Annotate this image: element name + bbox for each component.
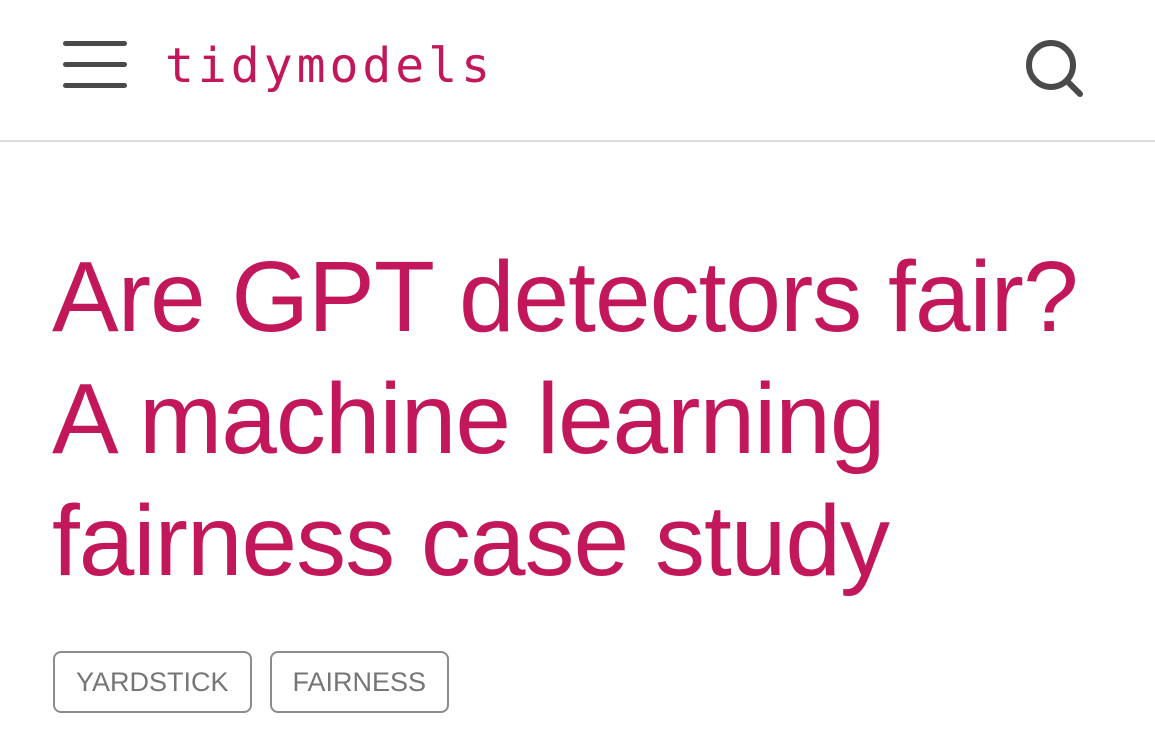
page-title: Are GPT detectors fair? A machine learni…	[52, 241, 1079, 597]
tag-list: YARDSTICK FAIRNESS	[53, 651, 450, 713]
tag-yardstick[interactable]: YARDSTICK	[53, 651, 252, 713]
brand-logo-link[interactable]: tidymodels	[165, 36, 494, 96]
top-navbar: tidymodels	[0, 0, 1155, 142]
search-icon	[1026, 40, 1083, 97]
tag-fairness[interactable]: FAIRNESS	[269, 651, 450, 713]
search-button[interactable]	[1022, 36, 1086, 100]
menu-button[interactable]	[58, 36, 132, 94]
